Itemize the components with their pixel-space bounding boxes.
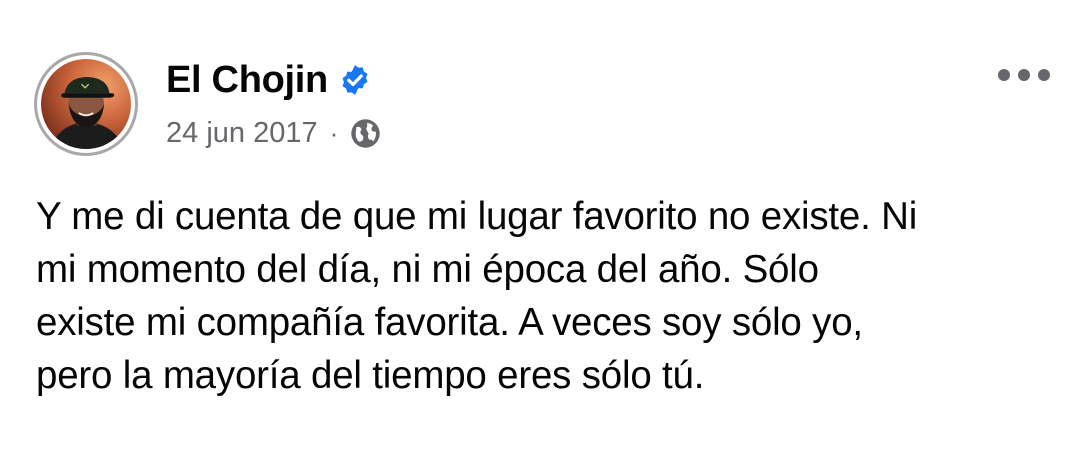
post-card: El Chojin 24 jun 2017 · Y me di cuenta d… xyxy=(0,0,1080,461)
post-body: Y me di cuenta de que mi lugar favorito … xyxy=(36,190,1056,402)
post-meta: El Chojin 24 jun 2017 · xyxy=(166,58,381,150)
globe-icon[interactable] xyxy=(350,118,381,149)
more-dot xyxy=(1038,69,1050,81)
more-dot xyxy=(998,69,1010,81)
author-name[interactable]: El Chojin xyxy=(166,58,328,102)
author-row: El Chojin xyxy=(166,58,381,102)
more-options-button[interactable] xyxy=(998,62,1050,88)
more-dot xyxy=(1018,69,1030,81)
avatar[interactable] xyxy=(34,52,138,156)
post-text-line: pero la mayoría del tiempo eres sólo tú. xyxy=(36,354,705,397)
verified-badge-icon xyxy=(342,65,368,95)
avatar-image xyxy=(41,59,131,149)
post-text-line: Y me di cuenta de que mi lugar favorito … xyxy=(36,195,918,238)
post-header: El Chojin 24 jun 2017 · xyxy=(34,52,381,156)
post-text-line: mi momento del día, ni mi época del año.… xyxy=(36,248,819,291)
post-timestamp[interactable]: 24 jun 2017 xyxy=(166,116,318,150)
post-subline: 24 jun 2017 · xyxy=(166,116,381,150)
separator-dot: · xyxy=(329,118,339,148)
post-text-line: existe mi compañía favorita. A veces soy… xyxy=(36,301,863,344)
